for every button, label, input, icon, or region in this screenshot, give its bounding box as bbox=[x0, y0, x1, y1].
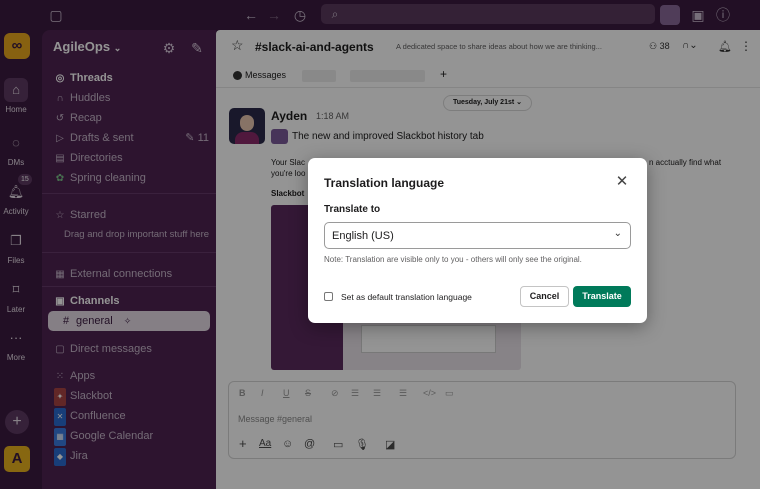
close-icon[interactable]: ✕ bbox=[613, 173, 631, 191]
translate-to-label: Translate to bbox=[324, 204, 381, 215]
language-select[interactable]: English (US) ⌄ bbox=[324, 222, 631, 249]
default-language-checkbox-label[interactable]: Set as default translation language bbox=[341, 292, 472, 302]
cancel-button[interactable]: Cancel bbox=[520, 286, 569, 307]
slack-window: ▢ ← → ◷ ⌕ ▣ ⓘ ∞ ⌂ Home ◌ DMs 🔔︎ 15 Activi… bbox=[0, 0, 760, 489]
language-select-value: English (US) bbox=[332, 230, 394, 242]
translation-language-dialog: Translation language ✕ Translate to Engl… bbox=[308, 158, 647, 323]
default-language-checkbox[interactable] bbox=[324, 292, 333, 301]
translation-note: Note: Translation are visible only to yo… bbox=[324, 255, 582, 264]
translate-button[interactable]: Translate bbox=[573, 286, 631, 307]
chevron-down-icon: ⌄ bbox=[613, 228, 622, 239]
dialog-title: Translation language bbox=[324, 176, 445, 190]
